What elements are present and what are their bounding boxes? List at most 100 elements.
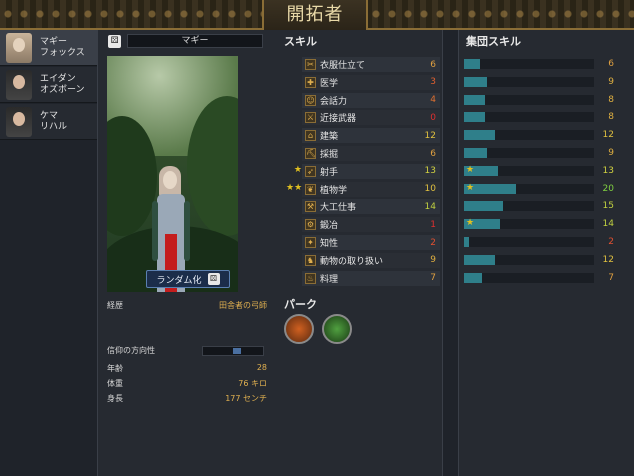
skill-icon: ✚	[305, 76, 316, 88]
group-skill-bar	[464, 254, 594, 265]
group-skill-fill	[464, 148, 488, 158]
group-skill-fill	[464, 59, 480, 69]
dice-icon[interactable]: ⚄	[108, 34, 121, 48]
skill-row[interactable]: ⚔ 近接武器 0	[302, 110, 440, 126]
character-preview	[107, 56, 238, 292]
group-skill-fill	[464, 272, 483, 283]
star-icon: ★	[466, 218, 475, 229]
skill-name: 知性	[320, 239, 339, 249]
group-skill-value: 15	[602, 201, 614, 212]
faith-marker	[232, 348, 241, 354]
skill-value: 6	[430, 148, 436, 159]
skill-row[interactable]: ❦ 植物学 10	[302, 181, 440, 197]
skill-icon: ⚒	[305, 201, 316, 213]
group-skill-row: 2	[464, 236, 614, 248]
skill-value: 13	[424, 166, 436, 177]
skill-row[interactable]: ✚ 医学 3	[302, 74, 440, 90]
page-title: 開拓者	[262, 0, 368, 30]
skill-icon: ☺	[305, 94, 316, 106]
group-skill-value: 6	[608, 59, 614, 69]
perk-forge-icon[interactable]	[284, 314, 314, 344]
skill-value: 0	[430, 112, 436, 123]
skill-icon: ⌂	[305, 130, 316, 142]
group-skills-title: 集団スキル	[466, 35, 521, 48]
skill-name: 採掘	[320, 150, 339, 160]
group-skill-value: 9	[608, 148, 614, 158]
skill-star-icon: ★	[293, 164, 302, 175]
group-skill-bar	[464, 59, 594, 69]
character-tab-1[interactable]: マギー フォックス	[0, 30, 97, 66]
group-skill-bar	[464, 201, 594, 212]
group-skill-value: 20	[602, 183, 614, 194]
skill-value: 10	[424, 184, 436, 195]
skill-value: 9	[430, 255, 436, 266]
group-skill-row: 8	[464, 111, 614, 123]
background-value[interactable]: 田舎者の弓師	[219, 300, 267, 312]
skill-row[interactable]: ♞ 動物の取り扱い 9	[302, 252, 440, 268]
skill-row[interactable]: ⛏ 採掘 6	[302, 146, 440, 161]
skill-row[interactable]: ☺ 会話力 4	[302, 92, 440, 108]
group-skill-row: 9	[464, 147, 614, 159]
group-skill-fill	[464, 130, 496, 141]
skill-icon: ✂	[305, 59, 316, 70]
character-tab-3[interactable]: ケマ リハル	[0, 104, 97, 140]
group-skill-bar	[464, 237, 594, 247]
skill-name: 料理	[320, 274, 339, 285]
skill-value: 3	[430, 77, 436, 88]
group-skill-row: ★ 13	[464, 165, 614, 177]
skill-row[interactable]: ⌂ 建築 12	[302, 128, 440, 144]
group-skill-bar: ★	[464, 164, 594, 176]
skill-row[interactable]: ⚒ 大工仕事 14	[302, 199, 440, 215]
perk-herb-icon[interactable]	[322, 314, 352, 344]
group-skill-value: 12	[602, 130, 614, 141]
skill-value: 6	[430, 59, 436, 70]
name-field[interactable]: マギー	[127, 34, 263, 48]
character-name: マギー フォックス	[40, 36, 85, 58]
skill-icon: ❦	[305, 183, 316, 195]
randomize-button[interactable]: ランダム化 ⚄	[146, 270, 230, 288]
group-skill-bar: ★	[464, 218, 594, 230]
group-skill-row: 8	[464, 94, 614, 106]
group-skill-fill	[464, 76, 488, 87]
skill-name: 植物学	[320, 185, 348, 196]
character-portrait	[6, 32, 32, 63]
group-skill-bar	[464, 272, 594, 283]
age-row: 年齢 28	[107, 363, 267, 373]
name-row: ⚄ マギー	[108, 34, 263, 48]
skill-row[interactable]: ♨ 料理 7	[302, 270, 440, 286]
skill-value: 14	[424, 201, 436, 212]
skill-row[interactable]: ➶ 射手 13	[302, 163, 440, 179]
skill-name: 建築	[320, 132, 339, 143]
group-skill-fill	[464, 254, 496, 265]
star-icon: ★	[466, 182, 475, 193]
background-row: 経歴 田舎者の弓師	[107, 300, 267, 312]
group-skill-row: 15	[464, 200, 614, 212]
skill-row[interactable]: ⚙ 鍛冶 1	[302, 217, 440, 233]
skill-row[interactable]: ✂ 衣服仕立て 6	[302, 57, 440, 72]
group-skill-value: 13	[602, 165, 614, 176]
group-skill-value: 8	[608, 94, 614, 105]
character-portrait	[6, 69, 32, 100]
skill-icon: ➶	[305, 165, 316, 177]
skill-value: 7	[430, 273, 436, 284]
skill-row[interactable]: ✦ 知性 2	[302, 235, 440, 250]
group-skill-fill	[464, 94, 485, 105]
skill-value: 1	[430, 219, 436, 230]
skill-icon: ⚙	[305, 219, 316, 231]
skill-name: 鍛冶	[320, 221, 339, 232]
character-name: ケマ リハル	[40, 110, 68, 132]
skill-value: 4	[430, 95, 436, 106]
skill-icon: ⚔	[305, 112, 316, 124]
group-skill-bar	[464, 94, 594, 105]
skill-value: 12	[424, 130, 436, 141]
character-tab-2[interactable]: エイダン オズボーン	[0, 67, 97, 103]
group-skill-bar	[464, 148, 594, 158]
skill-name: 医学	[320, 78, 339, 89]
group-skill-row: 12	[464, 254, 614, 266]
skill-star-icon: ★★	[286, 182, 303, 193]
star-icon: ★	[466, 164, 475, 175]
faith-slider[interactable]	[202, 346, 264, 356]
skill-value: 2	[430, 237, 436, 248]
group-skill-bar: ★	[464, 182, 594, 194]
group-skill-row: 6	[464, 58, 614, 70]
